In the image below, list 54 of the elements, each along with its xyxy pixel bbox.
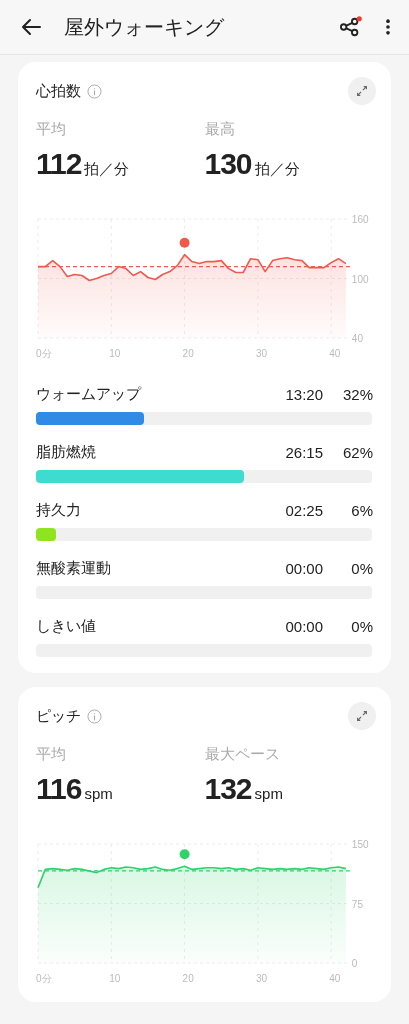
card-title: ピッチ: [36, 706, 81, 726]
stat-value: 116: [36, 772, 82, 806]
stat-label: 平均: [36, 745, 67, 764]
zone-percent: 0%: [350, 560, 373, 577]
zone-label: 持久力: [36, 501, 82, 520]
more-icon[interactable]: [385, 17, 391, 37]
stat-unit: spm: [254, 785, 283, 802]
axis-label: 10: [109, 348, 121, 359]
axis-label: 0: [351, 958, 358, 969]
zone-label: 無酸素運動: [36, 559, 112, 578]
expand-button[interactable]: [348, 702, 376, 730]
stat-label: 最大ペース: [204, 745, 281, 764]
axis-label: 40: [351, 333, 363, 344]
axis-label: 150: [351, 839, 369, 850]
axis-label: 30: [255, 973, 267, 984]
axis-label: 20: [182, 973, 194, 984]
zone-time: 00:00: [284, 618, 323, 635]
expand-icon: [355, 84, 369, 98]
zone-percent: 62%: [341, 444, 373, 461]
zone-time: 00:00: [284, 560, 323, 577]
info-icon[interactable]: [87, 83, 102, 99]
info-icon[interactable]: [87, 708, 102, 724]
stat-label: 最高: [204, 120, 236, 139]
zone-time: 02:25: [284, 502, 323, 519]
stat-value: 132: [204, 772, 252, 806]
zone-percent: 6%: [350, 502, 373, 519]
stat-value: 112: [36, 147, 82, 181]
card-title: 心拍数: [36, 81, 81, 101]
axis-label: 40: [329, 973, 341, 984]
zone-percent: 0%: [350, 618, 373, 635]
share-icon[interactable]: [339, 16, 363, 38]
max-marker: [179, 237, 190, 248]
zone-time: 13:20: [284, 386, 323, 403]
axis-label: 100: [351, 273, 369, 285]
stat-unit: 拍／分: [84, 160, 130, 179]
zone-time: 26:15: [284, 444, 323, 461]
zone-label: 脂肪燃焼: [36, 443, 97, 462]
axis-label: 40: [329, 348, 341, 359]
expand-icon: [355, 709, 369, 723]
stat-value: 130: [204, 147, 252, 181]
zone-label: しきい値: [36, 617, 97, 636]
expand-button[interactable]: [348, 77, 376, 105]
stat-unit: 拍／分: [254, 160, 300, 179]
stat-unit: spm: [84, 785, 113, 802]
axis-label: 10: [109, 973, 121, 984]
axis-label: 160: [351, 214, 369, 225]
max-marker: [179, 849, 190, 860]
axis-label: 20: [182, 348, 194, 359]
zone-percent: 32%: [341, 386, 373, 403]
page-title: 屋外ウォーキング: [64, 14, 225, 40]
stat-label: 平均: [36, 120, 67, 139]
zone-label: ウォームアップ: [36, 385, 143, 404]
axis-label: 75: [351, 898, 363, 910]
axis-label: 30: [255, 348, 267, 359]
